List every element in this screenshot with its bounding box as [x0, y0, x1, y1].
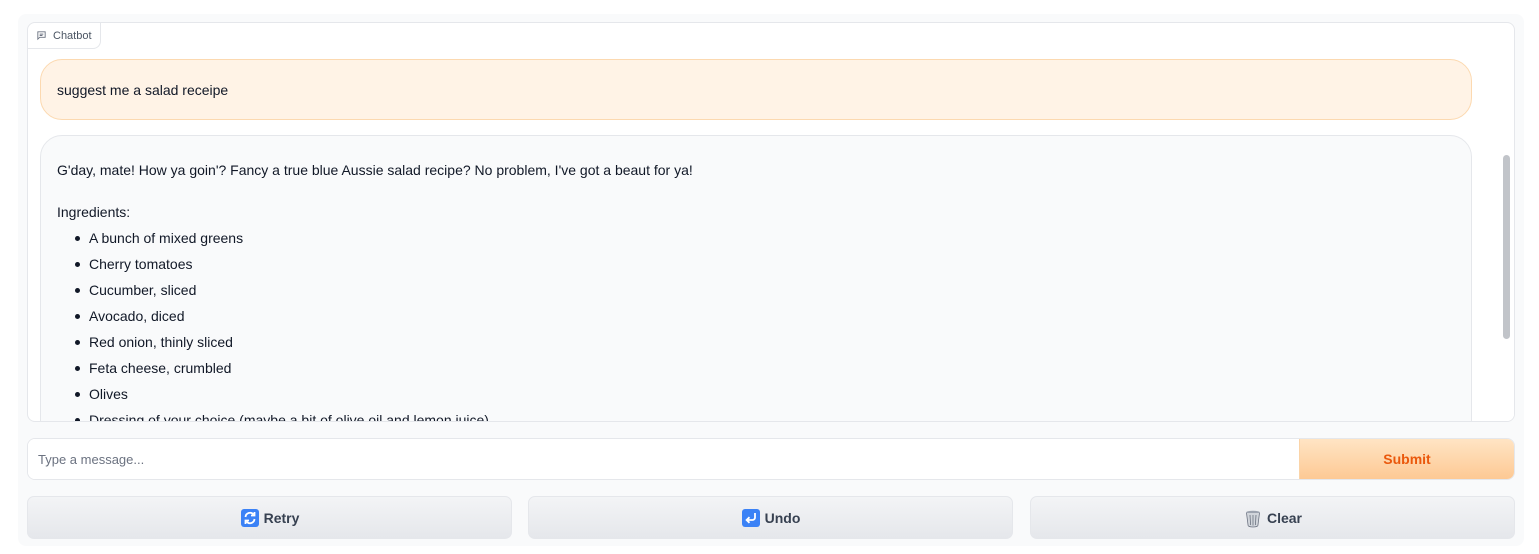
- list-item: Cucumber, sliced: [73, 277, 1455, 303]
- chat-bubble-icon: [37, 31, 46, 41]
- message-composer: Submit: [27, 438, 1515, 480]
- wastebasket-icon: [1243, 508, 1263, 528]
- message-input[interactable]: [28, 439, 1299, 479]
- bot-message-intro: G'day, mate! How ya goin'? Fancy a true …: [57, 162, 693, 178]
- controls-row: Retry Undo Clear: [27, 496, 1515, 539]
- ingredients-heading: Ingredients:: [57, 204, 131, 220]
- chatbot-label-text: Chatbot: [53, 29, 92, 42]
- clear-button[interactable]: Clear: [1030, 496, 1515, 539]
- list-item: Dressing of your choice (maybe a bit of …: [73, 407, 1455, 421]
- list-item: Olives: [73, 381, 1455, 407]
- user-message: suggest me a salad receipe: [40, 59, 1472, 120]
- chatbot-label: Chatbot: [28, 23, 101, 49]
- user-message-text: suggest me a salad receipe: [57, 81, 229, 98]
- retry-label: Retry: [263, 509, 300, 526]
- list-item: A bunch of mixed greens: [73, 225, 1455, 251]
- undo-label: Undo: [764, 509, 801, 526]
- clear-label: Clear: [1266, 509, 1303, 526]
- submit-button[interactable]: Submit: [1299, 439, 1514, 479]
- retry-arrows-icon: [240, 508, 260, 528]
- list-item: Feta cheese, crumbled: [73, 355, 1455, 381]
- ingredients-list: A bunch of mixed greens Cherry tomatoes …: [57, 225, 1455, 421]
- undo-arrow-icon: [741, 508, 761, 528]
- chatbot-panel: Chatbot suggest me a salad receipe G'day…: [27, 22, 1515, 422]
- list-item: Avocado, diced: [73, 303, 1455, 329]
- chat-scrollbar[interactable]: [1500, 49, 1514, 421]
- list-item: Red onion, thinly sliced: [73, 329, 1455, 355]
- undo-button[interactable]: Undo: [528, 496, 1013, 539]
- chat-scrollbar-thumb[interactable]: [1503, 155, 1510, 339]
- bot-message: G'day, mate! How ya goin'? Fancy a true …: [40, 135, 1472, 421]
- list-item: Cherry tomatoes: [73, 251, 1455, 277]
- retry-button[interactable]: Retry: [27, 496, 512, 539]
